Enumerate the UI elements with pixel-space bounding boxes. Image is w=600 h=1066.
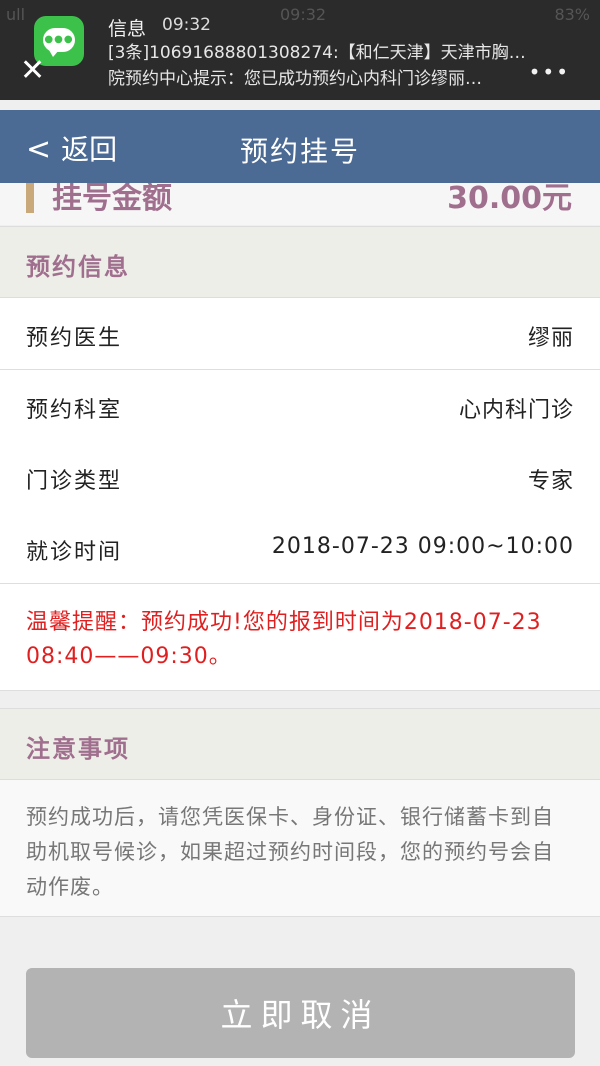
fee-label: 挂号金额 (52, 183, 172, 216)
cancel-appointment-button[interactable]: 立即取消 (26, 968, 575, 1058)
notes-text: 预约成功后，请您凭医保卡、身份证、银行储蓄卡到自助机取号候诊，如果超过预约时间段… (26, 805, 554, 899)
info-value: 缪丽 (527, 326, 574, 351)
fee-row: 挂号金额 30.00元 (0, 183, 600, 225)
appointment-section-header: 预约信息 (0, 226, 600, 298)
info-row-department: 预约科室 心内科门诊 (0, 370, 600, 442)
signal-indicator: ull (6, 5, 26, 24)
info-row-visit-time: 就诊时间 2018-07-23 09:00~10:00 (0, 512, 600, 584)
close-icon[interactable]: ✕ (20, 56, 45, 86)
notes-section-header: 注意事项 (0, 708, 600, 780)
info-value: 心内科门诊 (458, 398, 574, 423)
info-key: 预约科室 (26, 398, 123, 423)
fee-value: 30.00元 (447, 183, 572, 216)
reminder-text: 温馨提醒：预约成功!您的报到时间为2018-07-23 08:40——09:30… (26, 610, 542, 669)
status-clock: 09:32 (280, 5, 327, 24)
notification-time: 09:32 (162, 15, 211, 35)
page-title: 预约挂号 (239, 135, 360, 168)
status-bar: ull 09:32 83% (0, 0, 600, 30)
notes-section-title: 注意事项 (26, 735, 130, 763)
notification-line-2: 院预约中心提示：您已成功预约心内科门诊缪丽… (108, 69, 482, 89)
notes-box: 预约成功后，请您凭医保卡、身份证、银行储蓄卡到自助机取号候诊，如果超过预约时间段… (0, 780, 600, 917)
fee-accent-bar (26, 183, 34, 213)
notification-app-name: 信息 (108, 18, 147, 40)
info-key: 门诊类型 (26, 469, 123, 494)
reminder-box: 温馨提醒：预约成功!您的报到时间为2018-07-23 08:40——09:30… (0, 584, 600, 691)
battery-indicator: 83% (554, 5, 590, 24)
info-row-clinic-type: 门诊类型 专家 (0, 441, 600, 513)
notification-message[interactable]: [3条]1069168880130827​4:【和仁天津】天津市胸科医 院预约中… (108, 40, 568, 92)
notification-banner[interactable]: ull 09:32 83% ●●● ✕ 信息 09:32 [3条]1069168… (0, 0, 600, 100)
info-key: 预约医生 (26, 326, 123, 351)
info-value: 2018-07-23 09:00~10:00 (271, 534, 574, 559)
info-row-doctor: 预约医生 缪丽 (0, 298, 600, 370)
more-icon[interactable]: ••• (529, 60, 570, 84)
app-header: < 返回 预约挂号 (0, 110, 600, 183)
info-value: 专家 (527, 469, 574, 494)
appointment-section-title: 预约信息 (26, 253, 130, 281)
info-key: 就诊时间 (26, 540, 123, 565)
notification-line-1: [3条]1069168880130827​4:【和仁天津】天津市胸科医 (108, 43, 538, 63)
